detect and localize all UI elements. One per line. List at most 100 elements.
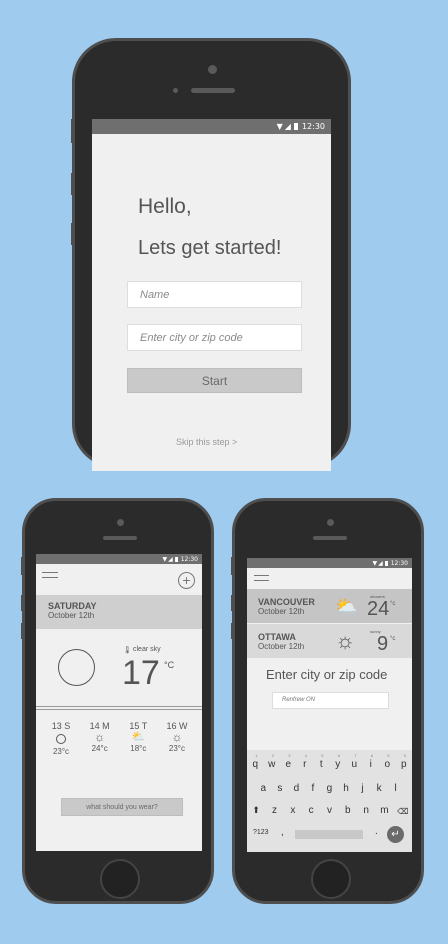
- key-num: 4: [304, 753, 307, 758]
- sun-icon: ☼: [335, 628, 356, 653]
- volume-up-button: [231, 557, 234, 575]
- key-label: t: [319, 759, 323, 770]
- current-temp: 17: [122, 654, 160, 692]
- city-name: VANCOUVER: [258, 597, 315, 607]
- key-v[interactable]: v: [323, 805, 335, 816]
- name-field[interactable]: Name: [127, 281, 302, 308]
- key-label: r: [303, 759, 307, 770]
- city-temp: 9: [377, 633, 389, 655]
- key-c[interactable]: c: [305, 805, 317, 816]
- backspace-icon[interactable]: ⌫: [397, 807, 409, 816]
- start-button-label: Start: [201, 373, 228, 388]
- signal-icon: ◢: [378, 559, 383, 567]
- key-n[interactable]: n: [360, 805, 372, 816]
- home-button[interactable]: [100, 859, 140, 899]
- key-a[interactable]: a: [257, 783, 269, 794]
- key-i[interactable]: 8i: [365, 753, 377, 770]
- key-r[interactable]: 4r: [299, 753, 311, 770]
- keyboard-row-2: a s d f g h j k l: [247, 782, 412, 794]
- phone-onboarding: ▼ ◢ 12:30 Hello, Lets get started! Name …: [71, 38, 351, 471]
- date-label: October 12th: [48, 611, 95, 620]
- sun-icon: ☼: [171, 730, 183, 744]
- key-b[interactable]: b: [342, 805, 354, 816]
- status-time: 12:30: [390, 559, 408, 567]
- key-num: 2: [271, 753, 274, 758]
- forecast-temp: 24°c: [91, 744, 108, 753]
- name-placeholder: Name: [140, 288, 170, 301]
- key-l[interactable]: l: [390, 783, 402, 794]
- city-search-input[interactable]: Renfrew ON: [272, 692, 389, 709]
- add-icon[interactable]: +: [178, 572, 195, 589]
- onboarding-screen: ▼ ◢ 12:30 Hello, Lets get started! Name …: [92, 119, 331, 471]
- wear-button-label: what should you wear?: [86, 803, 158, 811]
- key-x[interactable]: x: [287, 805, 299, 816]
- key-m[interactable]: m: [378, 805, 390, 816]
- wear-button[interactable]: what should you wear?: [61, 798, 183, 816]
- city-name: OTTAWA: [258, 632, 296, 642]
- key-d[interactable]: d: [290, 783, 302, 794]
- key-num: 1: [255, 753, 258, 758]
- key-z[interactable]: z: [268, 805, 280, 816]
- day-label: SATURDAY: [48, 601, 97, 611]
- signal-icon: ◢: [168, 555, 173, 563]
- spacebar[interactable]: [295, 830, 363, 839]
- cities-screen: ▼ ◢ 12:30 VANCOUVER October 12th ⛅ showe…: [247, 558, 412, 852]
- home-button[interactable]: [311, 859, 351, 899]
- key-u[interactable]: 7u: [348, 753, 360, 770]
- sun-icon: ☼: [94, 730, 106, 744]
- key-period[interactable]: .: [375, 826, 378, 837]
- city-card-ottawa[interactable]: OTTAWA October 12th ☼ sunny 9 °c: [247, 624, 412, 658]
- key-q[interactable]: 1q: [249, 753, 261, 770]
- key-w[interactable]: 2w: [266, 753, 278, 770]
- key-y[interactable]: 6y: [332, 753, 344, 770]
- volume-up-button: [71, 173, 74, 195]
- key-comma[interactable]: ,: [281, 827, 284, 838]
- key-t[interactable]: 5t: [315, 753, 327, 770]
- menu-icon[interactable]: [254, 575, 269, 581]
- city-card-vancouver[interactable]: VANCOUVER October 12th ⛅ showers 24 °c: [247, 589, 412, 623]
- forecast-day: 16 W ☼ 23°c: [160, 721, 194, 771]
- forecast-day: 13 S 23°c: [44, 721, 78, 771]
- forecast-day: 15 T ⛅ 18°c: [121, 721, 155, 771]
- key-p[interactable]: 0p: [398, 753, 410, 770]
- divider-2: [36, 709, 202, 710]
- forecast-temp: 18°c: [130, 744, 147, 753]
- key-k[interactable]: k: [373, 783, 385, 794]
- key-j[interactable]: j: [357, 783, 369, 794]
- phone-cities: ▼ ◢ 12:30 VANCOUVER October 12th ⛅ showe…: [231, 498, 424, 904]
- key-o[interactable]: 9o: [381, 753, 393, 770]
- key-e[interactable]: 3e: [282, 753, 294, 770]
- keyboard-row-1: 1q 2w 3e 4r 5t 6y 7u 8i 9o 0p: [247, 753, 412, 770]
- city-field[interactable]: Enter city or zip code: [127, 324, 302, 351]
- divider-1: [36, 706, 202, 707]
- front-camera: [117, 519, 124, 526]
- key-label: e: [285, 759, 292, 770]
- front-camera: [208, 65, 217, 74]
- rain-cloud-icon: ⛅: [335, 596, 358, 616]
- menu-icon[interactable]: [42, 572, 58, 578]
- enter-icon[interactable]: ↵: [387, 826, 404, 843]
- key-f[interactable]: f: [307, 783, 319, 794]
- key-num: 3: [288, 753, 291, 758]
- signal-icon: ◢: [284, 122, 291, 131]
- city-search-value: Renfrew ON: [282, 697, 316, 703]
- forecast-day-label: 15 T: [129, 721, 148, 731]
- start-button[interactable]: Start: [127, 368, 302, 393]
- status-time: 12:30: [180, 555, 198, 563]
- volume-down-button: [21, 595, 24, 611]
- key-label: q: [252, 759, 259, 770]
- wifi-icon: ▼: [372, 559, 378, 567]
- status-bar: ▼ ◢ 12:30: [92, 119, 331, 134]
- moon-icon: [56, 734, 66, 744]
- key-h[interactable]: h: [340, 783, 352, 794]
- forecast-temp: 23°c: [168, 744, 186, 753]
- key-symbols[interactable]: ?123: [253, 829, 269, 836]
- key-label: y: [335, 759, 341, 770]
- key-num: 7: [354, 753, 357, 758]
- shift-icon[interactable]: ⬆: [250, 805, 262, 816]
- key-g[interactable]: g: [323, 783, 335, 794]
- key-s[interactable]: s: [274, 783, 286, 794]
- forecast-temp: 23°c: [52, 747, 70, 756]
- city-date: October 12th: [258, 642, 305, 651]
- skip-link[interactable]: Skip this step >: [176, 437, 237, 447]
